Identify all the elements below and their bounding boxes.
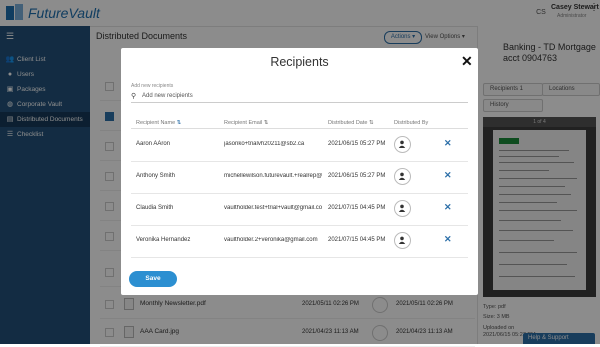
remove-recipient-icon[interactable]: ✕	[444, 202, 452, 212]
add-recipients-input[interactable]: ⚲ Add new recipients	[131, 91, 468, 103]
recipient-name: Aaron AAron	[136, 141, 171, 147]
recipient-email: vaultholder.test+trial+vault@gmail.com	[224, 205, 322, 211]
recipient-email: jasonko+trialvh20211@sb2.ca	[224, 141, 305, 147]
column-header-email[interactable]: Recipient Email ⇅	[224, 120, 268, 126]
column-header-name[interactable]: Recipient Name ⇅	[136, 120, 181, 126]
recipient-name: Veronika Hernandez	[136, 237, 191, 243]
distributed-date: 2021/07/15 04:45 PM	[328, 237, 386, 243]
column-header-date[interactable]: Distributed Date ⇅	[328, 120, 374, 126]
recipient-name: Claudia Smith	[136, 205, 174, 211]
column-header-distributed-by: Distributed By	[394, 120, 429, 126]
distributed-by-avatar[interactable]	[394, 232, 411, 249]
app-window: FutureVault CS Casey Stewart Administrat…	[0, 0, 600, 347]
recipient-row: Aaron AAron jasonko+trialvh20211@sb2.ca …	[131, 129, 468, 162]
recipient-row: Veronika Hernandez vaultholder.2+veronik…	[131, 225, 468, 258]
distributed-date: 2021/07/15 04:45 PM	[328, 205, 386, 211]
recipient-email: michellewilson.futurevault.+realrep@gmai…	[224, 173, 322, 179]
sort-icon[interactable]: ⇅	[177, 120, 182, 126]
save-button[interactable]: Save	[129, 271, 177, 287]
modal-title: Recipients	[270, 55, 329, 69]
recipient-row: Claudia Smith vaultholder.test+trial+vau…	[131, 193, 468, 226]
remove-recipient-icon[interactable]: ✕	[444, 170, 452, 180]
remove-recipient-icon[interactable]: ✕	[444, 138, 452, 148]
recipient-row: Anthony Smith michellewilson.futurevault…	[131, 161, 468, 194]
distributed-date: 2021/06/15 05:27 PM	[328, 141, 386, 147]
add-recipients-label: Add new recipients	[131, 83, 174, 89]
distributed-date: 2021/06/15 05:27 PM	[328, 173, 386, 179]
distributed-by-avatar[interactable]	[394, 168, 411, 185]
sort-icon[interactable]: ⇅	[264, 120, 269, 126]
recipient-email: vaultholder.2+veronika@gmail.com	[224, 237, 318, 243]
recipient-name: Anthony Smith	[136, 173, 176, 179]
search-icon: ⚲	[131, 93, 137, 100]
add-recipients-placeholder: Add new recipients	[142, 93, 193, 99]
remove-recipient-icon[interactable]: ✕	[444, 234, 452, 244]
distributed-by-avatar[interactable]	[394, 200, 411, 217]
sort-icon[interactable]: ⇅	[369, 120, 374, 126]
distributed-by-avatar[interactable]	[394, 136, 411, 153]
close-icon[interactable]: ✕	[461, 54, 473, 68]
recipients-modal: Recipients ✕ Add new recipients ⚲ Add ne…	[121, 48, 478, 295]
